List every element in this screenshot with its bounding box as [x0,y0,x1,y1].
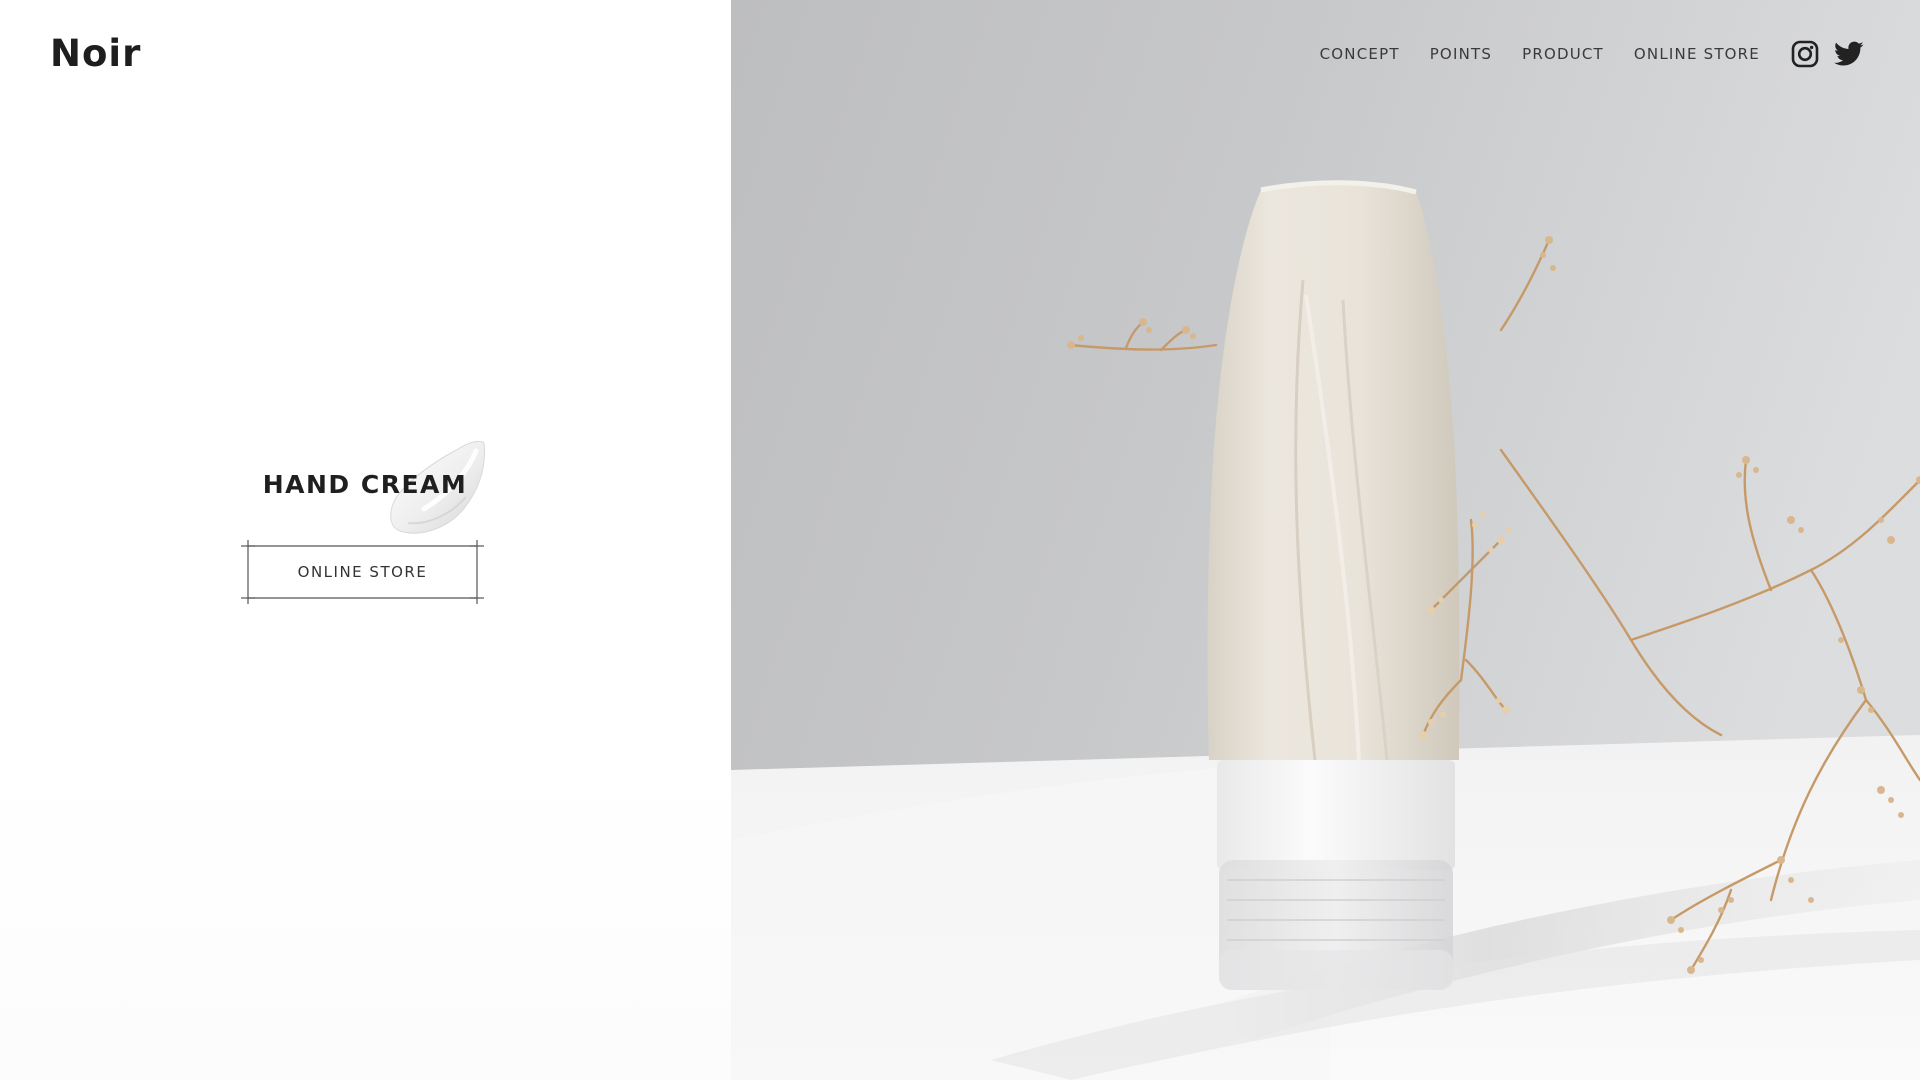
product-title: HAND CREAM [262,470,468,499]
twitter-icon[interactable] [1834,39,1864,69]
top-navigation: CONCEPT POINTS PRODUCT ONLINE STORE [1320,36,1864,72]
online-store-button[interactable]: ONLINE STORE [241,540,484,604]
online-store-button-label: ONLINE STORE [297,563,428,581]
nav-link-product[interactable]: PRODUCT [1522,45,1604,63]
nav-link-points[interactable]: POINTS [1430,45,1492,63]
nav-link-online-store[interactable]: ONLINE STORE [1634,45,1760,63]
nav-link-concept[interactable]: CONCEPT [1320,45,1400,63]
hero-image: CONCEPT POINTS PRODUCT ONLINE STORE [731,0,1920,1080]
left-panel: Noir HAND CREAM ONLINE STORE [0,0,731,1080]
instagram-icon[interactable] [1790,39,1820,69]
hand-cream-photo [731,0,1920,1080]
brand-logo[interactable]: Noir [50,32,141,75]
